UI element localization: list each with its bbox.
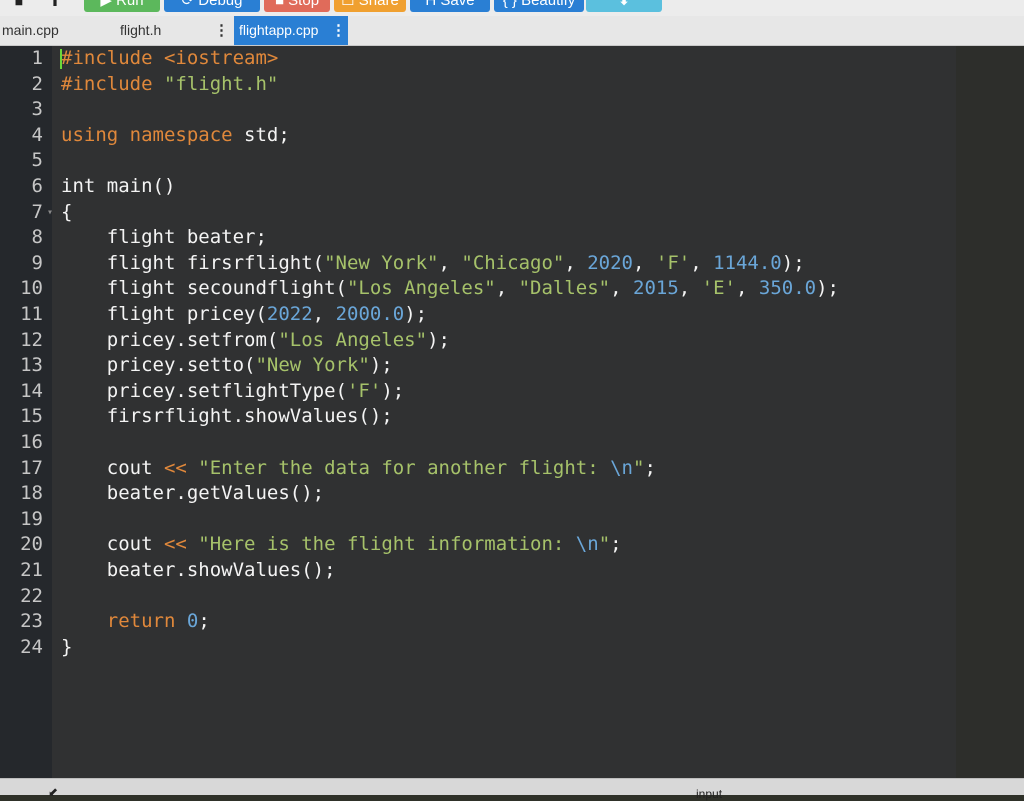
line-number: 5 [31,149,43,172]
tab-main-cpp[interactable]: main.cpp [0,16,108,45]
stop-square-icon[interactable]: ■ [4,0,34,12]
code-text: flight firsrflight("New York", "Chicago"… [61,251,805,274]
code-line: 14 pricey.setflightType('F'); [0,379,956,405]
code-line: 24} [0,635,956,661]
line-number: 20 [20,533,43,556]
code-line: 9 flight firsrflight("New York", "Chicag… [0,251,956,277]
line-number: 23 [20,610,43,633]
code-line: 10 flight secoundflight("Los Angeles", "… [0,276,956,302]
code-line: 23 return 0; [0,609,956,635]
text-cursor [60,49,62,69]
code-text: pricey.setto("New York"); [61,354,393,377]
line-number: 6 [31,175,43,197]
code-text: int main() [61,175,176,197]
code-line: 7 ▾ { [0,200,956,226]
code-text: using namespace std; [61,123,290,146]
code-line: 13 pricey.setto("New York"); [0,353,956,379]
tab-label: main.cpp [2,22,59,38]
code-line: 3 [0,97,956,123]
line-number: 17 [20,456,43,479]
code-text: firsrflight.showValues(); [61,405,393,428]
code-line: 16 [0,430,956,456]
line-number: 15 [20,405,43,428]
code-line: 17 cout << "Enter the data for another f… [0,456,956,482]
file-tab-bar: main.cpp flight.h ⋮ flightapp.cpp ⋮ [0,16,1024,46]
code-line: 18 beater.getValues(); [0,481,956,507]
line-number: 11 [20,303,43,325]
code-text: } [61,635,73,658]
line-number: 21 [20,559,43,581]
bottom-panel-bar: ⬋ input [0,778,1024,801]
code-line: 8 flight beater; [0,225,956,251]
line-number: 19 [20,507,43,530]
code-text: pricey.setfrom("Los Angeles"); [61,328,450,351]
line-number: 12 [20,328,43,351]
code-line: 4 using namespace std; [0,123,956,149]
code-text: pricey.setflightType('F'); [61,379,405,402]
code-text: { [61,200,73,223]
line-number: 4 [31,123,43,146]
tab-label: flight.h [120,22,162,38]
toolbar-button-3[interactable]: ☐ Share [334,0,406,12]
input-panel-label: input [696,787,723,801]
toolbar-button-0[interactable]: ▶ Run [84,0,160,12]
line-number: 18 [20,482,43,505]
code-line: 5 [0,148,956,174]
fold-arrow-icon[interactable]: ▾ [47,200,53,226]
tab-flight-h[interactable]: flight.h ⋮ [118,16,229,45]
code-line: 2 #include "flight.h" [0,72,956,98]
code-line: 19 [0,507,956,533]
line-number: 3 [31,98,43,121]
code-line: 22 [0,584,956,610]
code-text: #include <iostream> [61,47,279,69]
code-text: flight pricey(2022, 2000.0); [61,303,428,325]
code-line: 1 #include <iostream> [0,46,956,72]
toolbar-button-2[interactable]: ■ Stop [264,0,330,12]
tab-label: flightapp.cpp [239,22,319,38]
tab-flightapp-cpp[interactable]: flightapp.cpp ⋮ [234,16,348,45]
code-editor[interactable]: 1 #include <iostream> 2 #include "flight.h"… [0,46,1024,778]
code-line: 20 cout << "Here is the flight informati… [0,532,956,558]
toolbar-button-1[interactable]: ⟳ Debug [164,0,260,12]
line-number: 24 [20,635,43,658]
toolbar-button-4[interactable]: H Save [410,0,490,12]
editor-margin [956,46,1024,778]
code-line: 6 int main() [0,174,956,200]
line-number: 2 [31,72,43,95]
line-number: 14 [20,379,43,402]
code-text: cout << "Enter the data for another flig… [61,456,656,479]
line-number: 7 [31,200,43,223]
code-text: flight beater; [61,226,267,249]
code-text: #include "flight.h" [61,72,279,95]
line-number: 10 [20,277,43,300]
code-line: 21 beater.showValues(); [0,558,956,584]
code-text: beater.getValues(); [61,482,325,505]
code-text: flight secoundflight("Los Angeles", "Dal… [61,277,839,300]
toolbar-button-5[interactable]: { } Beautify [494,0,584,12]
top-toolbar: ■ ⬆ ▶ Run ⟳ Debug ■ Stop ☐ Share H Save { } B… [0,0,1024,16]
line-number: 22 [20,584,43,607]
code-line: 12 pricey.setfrom("Los Angeles"); [0,328,956,354]
line-number: 16 [20,431,43,453]
code-text: beater.showValues(); [61,559,336,581]
code-text: return 0; [106,610,210,633]
toolbar-button-6[interactable]: ⬇ [586,0,662,12]
line-number: 9 [31,251,43,274]
line-number: 8 [31,226,43,249]
code-line: 11 flight pricey(2022, 2000.0); [0,302,956,328]
line-number: 13 [20,354,43,377]
upload-icon[interactable]: ⬆ [40,0,70,12]
code-line: 15 firsrflight.showValues(); [0,404,956,430]
resize-arrow-icon[interactable]: ⬋ [48,785,58,799]
tab-menu-icon[interactable]: ⋮ [214,16,229,45]
code-text: cout << "Here is the flight information:… [61,533,622,556]
line-number: 1 [31,47,43,69]
tab-menu-icon[interactable]: ⋮ [331,16,346,45]
